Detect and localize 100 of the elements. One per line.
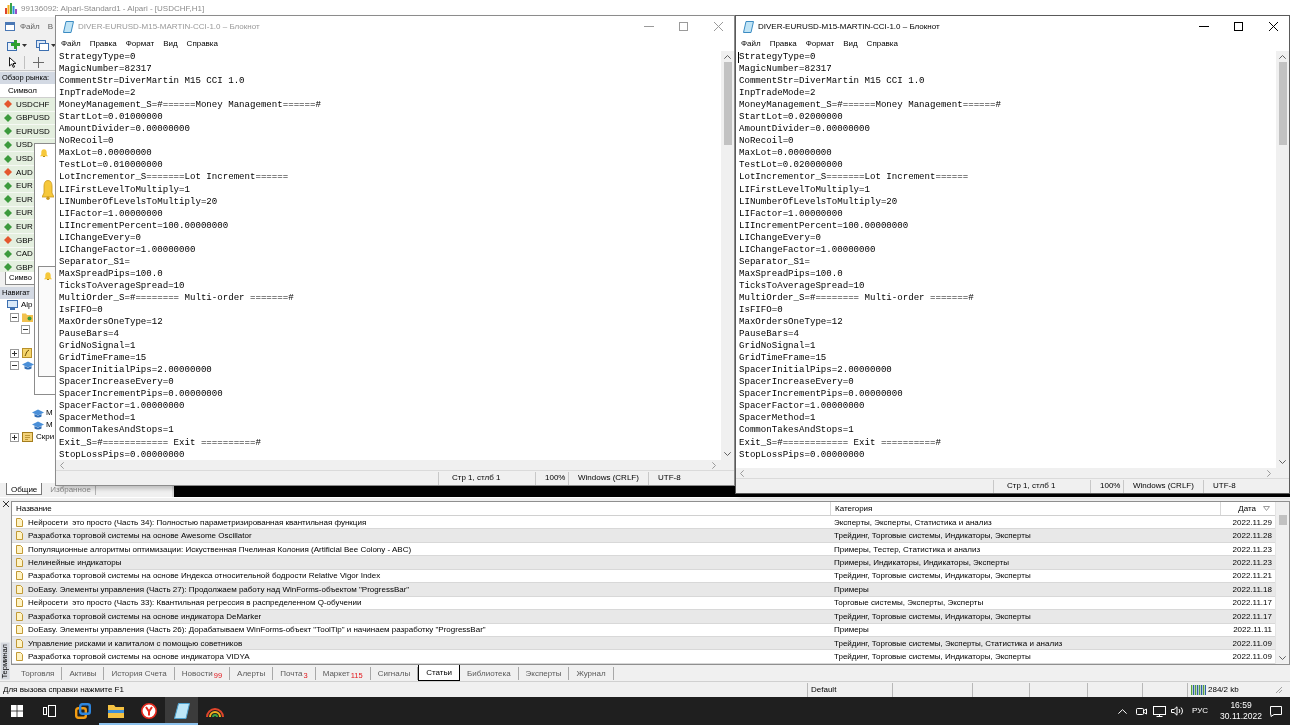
close-icon[interactable] — [2, 501, 9, 507]
tab[interactable]: Активы — [62, 667, 105, 680]
tree-item[interactable]: М — [46, 420, 53, 430]
tab[interactable]: Торговля — [14, 667, 63, 680]
menu-item[interactable]: Формат — [805, 39, 835, 49]
tab[interactable]: Журнал — [569, 667, 614, 680]
symbol-name[interactable]: GBP — [16, 262, 33, 272]
tab[interactable]: Общие — [6, 483, 43, 495]
scrollbar-thumb[interactable] — [1278, 62, 1287, 145]
symbol-name[interactable]: GBP — [16, 235, 33, 245]
article-title[interactable]: Нейросети это просто (Часть 33): Квантильная регрессия в распределенном Q-обучении — [28, 598, 362, 608]
status-text: 100% — [545, 473, 566, 483]
language-indicator[interactable]: РУС — [1188, 697, 1213, 725]
scrollbar-thumb[interactable] — [1278, 515, 1287, 525]
message-icon[interactable] — [1270, 705, 1282, 717]
symbol-name[interactable]: USD — [16, 140, 33, 150]
article-title[interactable]: Нелинейные индикаторы — [28, 557, 122, 568]
menu-item[interactable]: В — [47, 21, 53, 32]
tab[interactable]: Библиотека — [460, 667, 519, 680]
article-title[interactable]: DoEasy. Элементы управления (Часть 27): Продолжаем работу над WinForms-объектом "ProgressBar" — [28, 584, 410, 594]
symbol-name[interactable]: EUR — [16, 208, 33, 218]
taskbar-button[interactable] — [165, 697, 198, 725]
cursor-icon[interactable] — [9, 56, 16, 68]
menu-item[interactable]: Вид — [843, 39, 858, 49]
status-text: UTF-8 — [1213, 481, 1236, 491]
article-title[interactable]: Нейросети это просто (Часть 34): Полностью параметризированная квантильная функция — [28, 517, 367, 527]
category-text: Трейдинг, Торговые системы, Индикаторы, Эксперты — [834, 531, 1031, 541]
menu-item[interactable]: Файл — [741, 39, 761, 49]
collapse-icon[interactable] — [10, 360, 19, 370]
column-header[interactable]: Название — [16, 503, 52, 514]
symbol-name[interactable]: USDCHF — [16, 99, 50, 109]
date-text: 2022.11.28 — [1232, 531, 1272, 541]
speaker-icon[interactable] — [1171, 706, 1185, 716]
text-line: LIIncrementPercent=100.00000000 — [59, 219, 229, 232]
symbol-name[interactable]: EUR — [16, 181, 33, 191]
symbol-name[interactable]: GBPUSD — [16, 113, 50, 123]
column-header[interactable]: Категория — [835, 503, 873, 514]
text-line: StrategyType=0 — [59, 51, 136, 64]
tab[interactable]: Алерты — [230, 667, 274, 680]
collapse-icon[interactable] — [21, 324, 30, 334]
symbol-name[interactable]: AUD — [16, 167, 33, 177]
text-line: LIFactor=1.00000000 — [739, 207, 843, 220]
article-title[interactable]: Разработка торговой системы на основе Awesome Oscillator — [28, 531, 252, 541]
scrollbar-thumb[interactable] — [723, 62, 732, 145]
menu-item[interactable]: Правка — [769, 39, 797, 49]
task-view-icon — [43, 705, 56, 717]
collapse-icon[interactable] — [10, 312, 19, 322]
monitor-icon[interactable] — [1153, 705, 1167, 717]
tab[interactable]: Эксперты — [518, 667, 570, 680]
date-text: 2022.11.23 — [1232, 557, 1272, 568]
symbol-name[interactable]: EUR — [16, 194, 33, 205]
add-chart-icon[interactable] — [7, 39, 20, 51]
tab[interactable]: Статьи — [418, 665, 461, 681]
tree-item[interactable]: Alp — [21, 300, 33, 310]
article-title[interactable]: Разработка торговой системы на основе индикатора DeMarker — [28, 611, 262, 621]
caret-icon[interactable] — [51, 43, 56, 47]
column-header[interactable]: Дата — [1238, 503, 1256, 514]
windows-icon[interactable] — [36, 39, 49, 51]
symbol-name[interactable]: USD — [16, 154, 33, 164]
symbol-name[interactable]: EURUSD — [16, 126, 50, 137]
tree-item[interactable]: Скри — [36, 432, 55, 442]
chevron-down-icon[interactable] — [724, 452, 731, 456]
menu-item[interactable]: Формат — [125, 39, 155, 49]
menu-item[interactable]: Вид — [163, 39, 178, 49]
sort-icon[interactable] — [1263, 506, 1270, 511]
cap-icon — [32, 420, 44, 430]
text-line: SpacerFactor=1.00000000 — [739, 400, 865, 413]
tab[interactable]: История Счета — [104, 667, 175, 680]
article-title[interactable]: DoEasy. Элементы управления (Часть 26): Дорабатываем WinForms-объект "ToolTip" и начинаем разработку "ProgressBar" — [28, 625, 486, 635]
tree-item[interactable]: М — [46, 408, 53, 418]
caret-icon[interactable] — [22, 43, 27, 47]
column-header[interactable]: Символ — [8, 85, 37, 96]
article-title[interactable]: Разработка торговой системы на основе индикатора VIDYA — [28, 652, 250, 662]
date-text: 2022.11.17 — [1232, 611, 1272, 621]
text-line: SpacerInitialPips=2.00000000 — [59, 364, 212, 377]
article-title[interactable]: Разработка торговой системы на основе Индекса относительной бодрости Relative Vigor Index — [28, 571, 381, 581]
menu-item[interactable]: Правка — [89, 39, 117, 49]
symbol-name[interactable]: CAD — [16, 249, 33, 259]
text-line: CommonTakesAndStops=1 — [739, 424, 854, 437]
menu-item[interactable]: Справка — [866, 39, 898, 49]
text-line: LotIncrementor_S=======Lot Increment====== — [739, 171, 969, 184]
folder-icon — [22, 312, 33, 322]
status-text: Для вызова справки нажмите F1 — [2, 684, 125, 695]
clock-date[interactable]: 30.11.2022 — [1220, 711, 1262, 723]
cap-icon — [22, 360, 34, 370]
menu-item[interactable]: Файл — [61, 39, 81, 49]
chevron-down-icon[interactable] — [1279, 460, 1286, 464]
article-title[interactable]: Управление рисками и капиталом с помощью советников — [28, 638, 243, 648]
menu-item[interactable]: Файл — [20, 21, 40, 32]
menu-item[interactable]: Справка — [186, 39, 218, 49]
expand-icon[interactable] — [10, 432, 19, 442]
date-text: 2022.11.09 — [1232, 638, 1272, 648]
expand-icon[interactable] — [10, 348, 19, 358]
article-title[interactable]: Популяционные алгоритмы оптимизации: Искуственная Пчелиная Колония (Artificial Bee Colony - ABC) — [28, 544, 412, 554]
symbol-name[interactable]: EUR — [16, 222, 33, 232]
crosshair-icon[interactable] — [33, 56, 44, 68]
clock-time[interactable]: 16:59 — [1230, 699, 1252, 711]
chevron-down-icon[interactable] — [1279, 656, 1286, 660]
camera-icon[interactable] — [1136, 706, 1148, 716]
notepad-icon — [63, 20, 74, 33]
